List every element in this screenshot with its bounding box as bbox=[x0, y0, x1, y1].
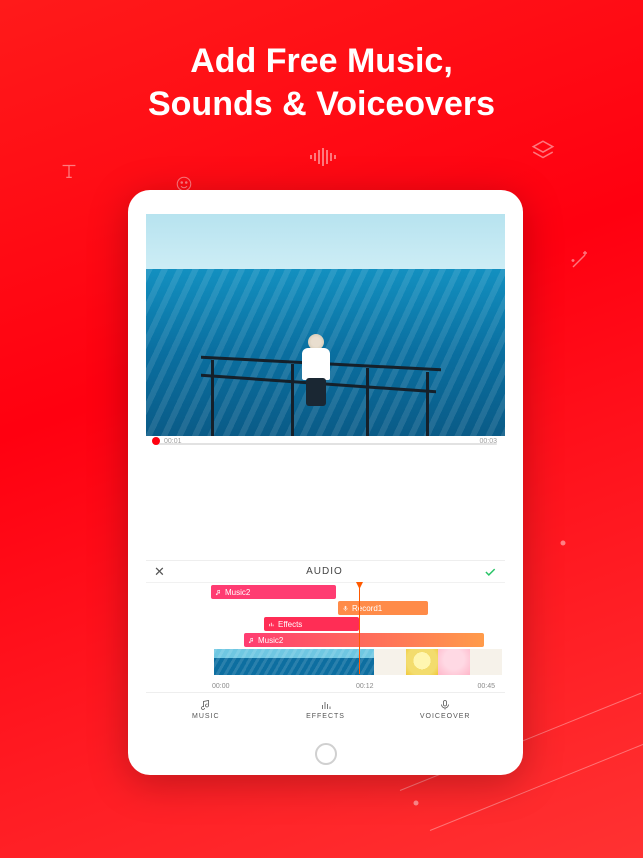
layers-icon bbox=[530, 138, 556, 164]
ruler-tick: 00:00 bbox=[212, 683, 230, 690]
headline-line-1: Add Free Music, bbox=[0, 40, 643, 83]
dot-icon bbox=[560, 540, 566, 546]
track-music2[interactable]: Music2 bbox=[211, 585, 336, 599]
timeline-playhead[interactable] bbox=[359, 583, 360, 674]
tab-label: MUSIC bbox=[192, 713, 220, 720]
equalizer-icon bbox=[268, 621, 275, 628]
panel-title: AUDIO bbox=[306, 566, 343, 577]
mic-icon bbox=[439, 699, 451, 711]
playhead-dot[interactable] bbox=[152, 437, 160, 445]
headline: Add Free Music, Sounds & Voiceovers bbox=[0, 40, 643, 125]
ruler-tick: 00:12 bbox=[356, 683, 374, 690]
music-note-icon bbox=[248, 637, 255, 644]
music-note-icon bbox=[200, 699, 212, 711]
dot-icon bbox=[413, 800, 419, 806]
track-effects[interactable]: Effects bbox=[264, 617, 359, 631]
track-record1[interactable]: Record1 bbox=[338, 601, 428, 615]
audio-tracks[interactable]: Music2 Record1 Effects Music2 bbox=[146, 582, 505, 692]
confirm-button[interactable] bbox=[483, 565, 497, 579]
ruler-tick: 00:45 bbox=[477, 683, 495, 690]
audio-panel-header: ✕ AUDIO bbox=[146, 560, 505, 582]
video-preview[interactable] bbox=[146, 214, 505, 436]
headline-line-2: Sounds & Voiceovers bbox=[0, 83, 643, 126]
track-label: Music2 bbox=[258, 636, 283, 645]
bottom-tabs: MUSIC EFFECTS VOICEOVER bbox=[146, 692, 505, 726]
track-label: Music2 bbox=[225, 588, 250, 597]
progress-end: 00:03 bbox=[479, 438, 497, 445]
text-icon bbox=[58, 160, 80, 182]
progress-start: 00:01 bbox=[164, 438, 182, 445]
progress-bar[interactable]: 00:01 00:03 bbox=[146, 436, 505, 448]
tab-voiceover[interactable]: VOICEOVER bbox=[385, 693, 505, 726]
tab-label: VOICEOVER bbox=[420, 713, 471, 720]
track-label: Effects bbox=[278, 620, 302, 629]
equalizer-icon bbox=[320, 699, 332, 711]
home-button[interactable] bbox=[315, 743, 337, 765]
waveform-icon bbox=[310, 148, 340, 166]
tablet-frame: 00:01 00:03 ✕ AUDIO Music2 bbox=[128, 190, 523, 775]
tab-music[interactable]: MUSIC bbox=[146, 693, 266, 726]
tab-label: EFFECTS bbox=[306, 713, 345, 720]
clip-thumbnails[interactable] bbox=[214, 649, 497, 675]
magic-wand-icon bbox=[568, 248, 592, 272]
tab-effects[interactable]: EFFECTS bbox=[266, 693, 386, 726]
app-screen: 00:01 00:03 ✕ AUDIO Music2 bbox=[146, 214, 505, 737]
mic-icon bbox=[342, 605, 349, 612]
track-music2-b[interactable]: Music2 bbox=[244, 633, 484, 647]
music-note-icon bbox=[215, 589, 222, 596]
track-label: Record1 bbox=[352, 604, 382, 613]
close-button[interactable]: ✕ bbox=[154, 564, 166, 580]
promo-background: Add Free Music, Sounds & Voiceovers 00:0… bbox=[0, 0, 643, 858]
